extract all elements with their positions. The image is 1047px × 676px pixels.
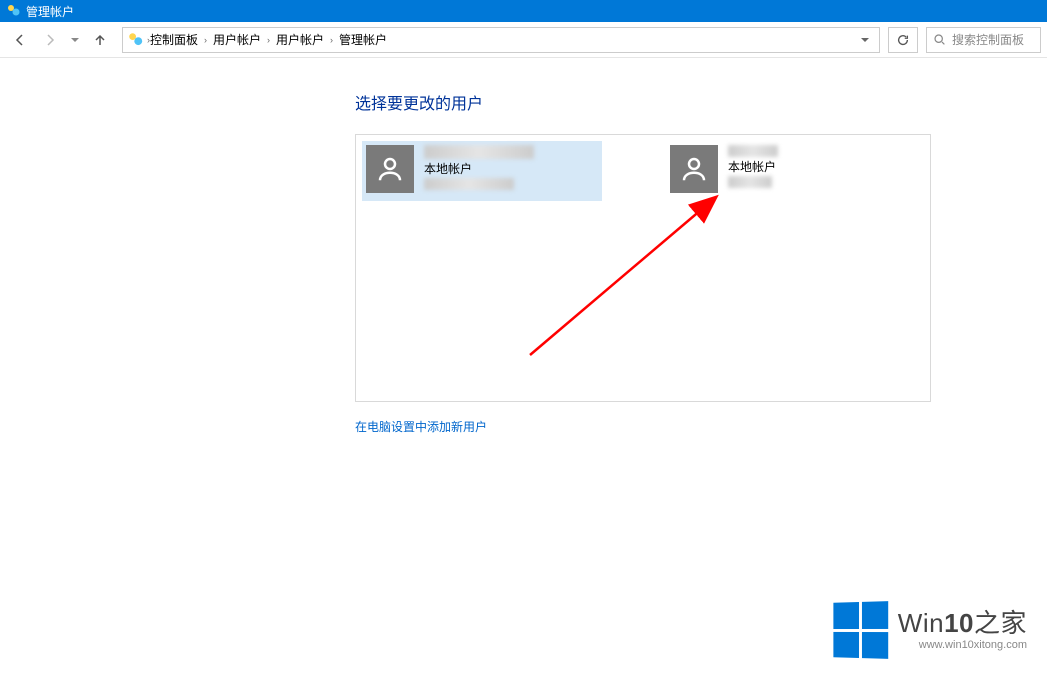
- account-type: 本地帐户: [424, 160, 534, 177]
- account-name: ████: [728, 145, 778, 157]
- recent-locations-dropdown[interactable]: [66, 26, 84, 54]
- watermark: Win10之家 www.win10xitong.com: [832, 602, 1027, 658]
- chevron-right-icon: ›: [330, 35, 333, 45]
- search-icon: [933, 33, 946, 46]
- windows-logo-icon: [833, 601, 888, 659]
- control-panel-icon: [127, 31, 145, 49]
- breadcrumb-item[interactable]: 用户帐户›: [213, 31, 270, 48]
- watermark-title: Win10之家: [898, 610, 1027, 636]
- breadcrumb-item[interactable]: 用户帐户›: [276, 31, 333, 48]
- user-avatar-icon: [366, 145, 414, 193]
- chevron-right-icon: ›: [204, 35, 207, 45]
- breadcrumb-item[interactable]: 控制面板›: [150, 31, 207, 48]
- account-extra: ████████: [424, 178, 514, 190]
- address-dropdown[interactable]: [855, 35, 875, 45]
- toolbar: › 控制面板› 用户帐户› 用户帐户› 管理帐户 搜索控制面板: [0, 22, 1047, 58]
- account-item-selected[interactable]: ████████ 本地帐户 ████████: [362, 141, 602, 201]
- account-type: 本地帐户: [728, 158, 778, 175]
- add-user-link[interactable]: 在电脑设置中添加新用户: [355, 418, 1047, 435]
- app-icon: [6, 3, 22, 19]
- user-avatar-icon: [670, 145, 718, 193]
- forward-button[interactable]: [36, 26, 64, 54]
- window-title: 管理帐户: [26, 3, 74, 20]
- account-name: ████████: [424, 145, 534, 159]
- refresh-button[interactable]: [888, 27, 918, 53]
- watermark-url: www.win10xitong.com: [898, 640, 1027, 651]
- account-extra: ████: [728, 176, 772, 188]
- up-button[interactable]: [86, 26, 114, 54]
- search-placeholder: 搜索控制面板: [952, 31, 1024, 48]
- content-area: 选择要更改的用户 ████████ 本地帐户 ████████ ████ 本地帐…: [0, 58, 1047, 435]
- breadcrumb: 控制面板› 用户帐户› 用户帐户› 管理帐户: [150, 31, 855, 48]
- accounts-panel: ████████ 本地帐户 ████████ ████ 本地帐户 ████: [355, 134, 931, 402]
- address-bar[interactable]: › 控制面板› 用户帐户› 用户帐户› 管理帐户: [122, 27, 880, 53]
- back-button[interactable]: [6, 26, 34, 54]
- page-heading: 选择要更改的用户: [355, 90, 1047, 114]
- breadcrumb-item[interactable]: 管理帐户: [339, 31, 387, 48]
- account-item[interactable]: ████ 本地帐户 ████: [666, 141, 866, 201]
- search-box[interactable]: 搜索控制面板: [926, 27, 1041, 53]
- window-titlebar: 管理帐户: [0, 0, 1047, 22]
- chevron-right-icon: ›: [267, 35, 270, 45]
